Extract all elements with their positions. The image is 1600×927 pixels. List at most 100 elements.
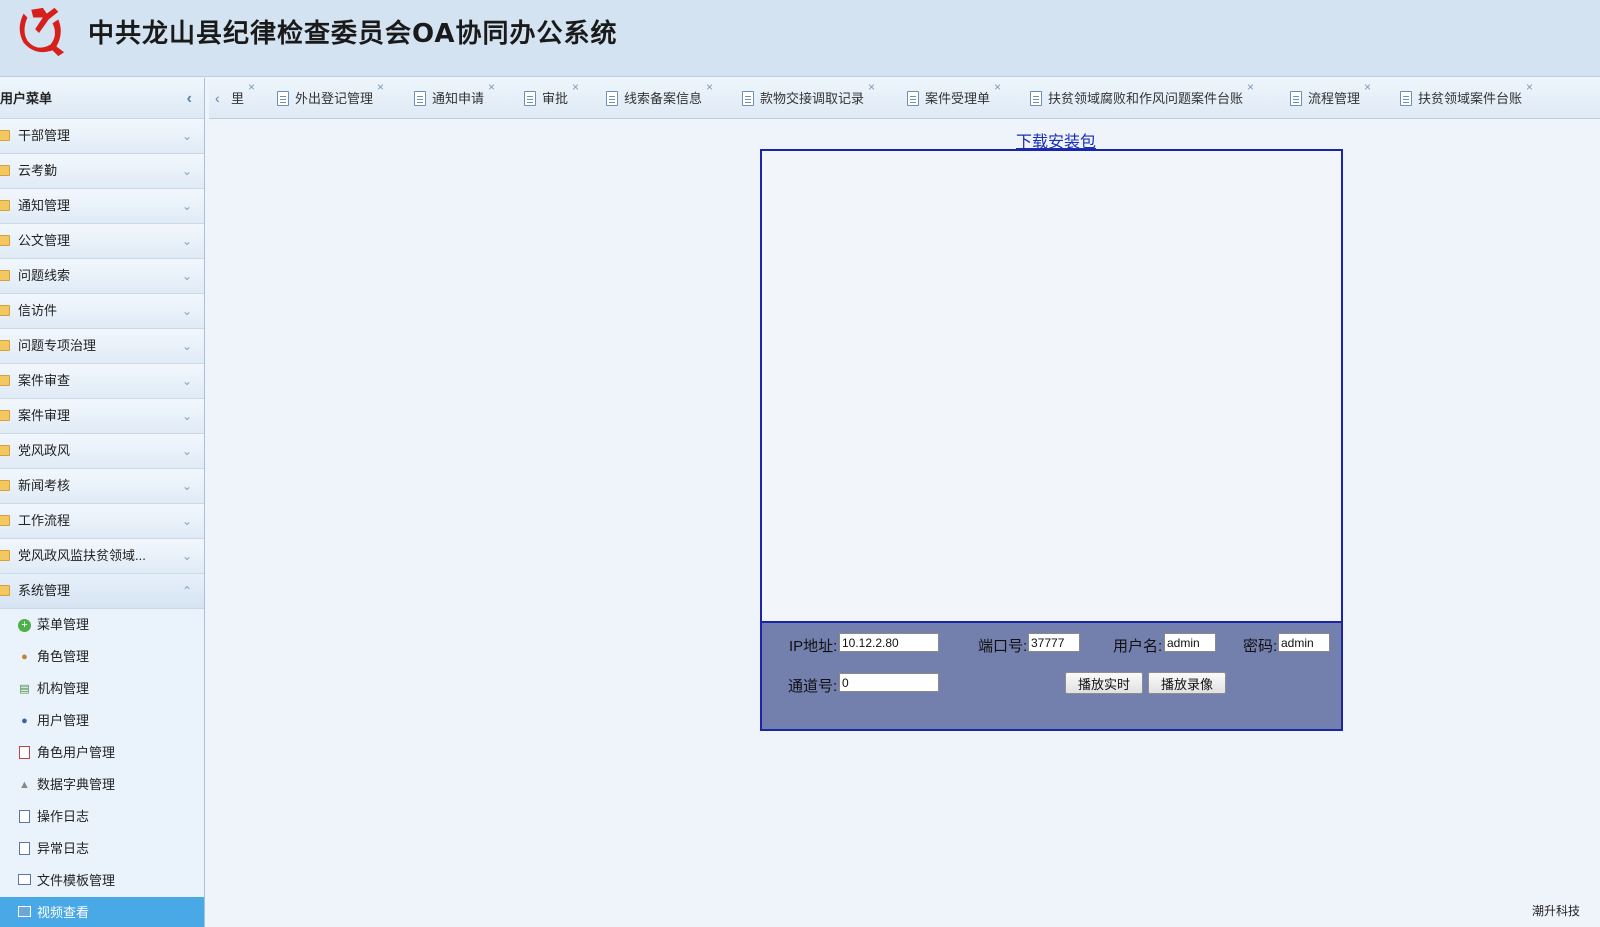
sidebar-subitem-8[interactable]: 文件模板管理 [0,865,204,897]
chevron-down-icon: ⌄ [181,129,192,143]
close-tab-icon[interactable]: × [868,80,875,94]
sidebar-group-0[interactable]: 干部管理 ⌄ [0,119,204,154]
sidebar-group-label: 党风政风 [18,443,71,458]
sidebar-group-3[interactable]: 公文管理 ⌄ [0,224,204,259]
sidebar-subitem-label: 视频查看 [37,905,90,920]
close-tab-icon[interactable]: × [1526,80,1533,94]
plus-circle-icon: + [17,618,32,632]
chevron-down-icon: ⌄ [181,409,192,423]
sidebar-subitem-6[interactable]: 操作日志 [0,801,204,833]
tab-9[interactable]: 扶贫领域案件台账× [1398,78,1533,118]
sidebar-subitem-4[interactable]: 角色用户管理 [0,737,204,769]
sidebar-group-11[interactable]: 工作流程 ⌄ [0,504,204,539]
tab-scroll-left-icon[interactable]: ‹ [215,90,220,106]
sidebar-subitem-2[interactable]: ▤ 机构管理 [0,673,204,705]
ip-label: IP地址: [789,638,838,655]
document-icon [1400,91,1412,106]
sidebar-subitem-1[interactable]: ● 角色管理 [0,641,204,673]
sidebar-group-5[interactable]: 信访件 ⌄ [0,294,204,329]
folder-icon [0,515,10,526]
video-control-panel: IP地址: 端口号: 用户名: 密码: 通道号: 播放实时 播放录像 [762,623,1341,729]
channel-label: 通道号: [788,678,838,695]
folder-icon [0,375,10,386]
sidebar-subitem-7[interactable]: 异常日志 [0,833,204,865]
tab-label: 扶贫领域案件台账 [1418,91,1523,106]
channel-input[interactable] [839,673,939,692]
tab-6[interactable]: 案件受理单× [905,78,1001,118]
sidebar-title: 用户菜单 [0,91,53,106]
tab-1[interactable]: 外出登记管理× [275,78,384,118]
tab-2[interactable]: 通知申请× [412,78,495,118]
close-tab-icon[interactable]: × [488,80,495,94]
document-icon [1030,91,1042,106]
tab-label: 通知申请 [432,91,485,106]
sidebar-subitem-label: 角色用户管理 [37,745,116,760]
sidebar-group-label: 新闻考核 [18,478,71,493]
collapse-sidebar-icon[interactable]: ‹ [187,78,192,119]
tab-label: 款物交接调取记录 [760,91,865,106]
tab-4[interactable]: 线索备案信息× [604,78,713,118]
role-icon: ● [21,651,28,663]
tab-5[interactable]: 款物交接调取记录× [740,78,875,118]
sidebar-subitem-9[interactable]: 视频查看 [0,897,204,927]
sidebar-group-10[interactable]: 新闻考核 ⌄ [0,469,204,504]
app-header: 中共龙山县纪律检查委员会OA协同办公系统 [0,0,1600,77]
sidebar-group-label: 案件审查 [18,373,71,388]
chevron-down-icon: ⌄ [181,444,192,458]
close-tab-icon[interactable]: × [572,80,579,94]
ip-input[interactable] [839,633,939,652]
sidebar-group-12[interactable]: 党风政风监扶贫领域... ⌄ [0,539,204,574]
folder-icon [0,340,10,351]
sidebar-group-4[interactable]: 问题线索 ⌄ [0,259,204,294]
tab-0[interactable]: 里× [223,78,255,118]
sidebar-subitem-label: 异常日志 [37,841,90,856]
chevron-down-icon: ⌄ [181,339,192,353]
play-live-button[interactable]: 播放实时 [1065,672,1143,694]
sidebar-group-label: 系统管理 [18,583,71,598]
sidebar-group-label: 干部管理 [18,128,71,143]
sidebar-subitem-5[interactable]: ▲ 数据字典管理 [0,769,204,801]
sidebar-group-2[interactable]: 通知管理 ⌄ [0,189,204,224]
footer-brand: 潮升科技 [1531,904,1580,918]
sidebar-group-13[interactable]: 系统管理 ⌃ [0,574,204,609]
folder-icon [0,165,10,176]
sidebar-subitem-label: 角色管理 [37,649,90,664]
password-label: 密码: [1243,638,1278,655]
document-icon [606,91,618,106]
tab-3[interactable]: 审批× [522,78,579,118]
chevron-down-icon: ⌄ [181,549,192,563]
tab-7[interactable]: 扶贫领域腐败和作风问题案件台账× [1028,78,1254,118]
sidebar-group-7[interactable]: 案件审查 ⌄ [0,364,204,399]
document-icon [907,91,919,106]
sidebar-subitem-0[interactable]: + 菜单管理 [0,609,204,641]
folder-icon [0,200,10,211]
close-tab-icon[interactable]: × [1364,80,1371,94]
role-user-icon [17,746,32,760]
close-tab-icon[interactable]: × [706,80,713,94]
play-record-button[interactable]: 播放录像 [1148,672,1226,694]
port-input[interactable] [1028,633,1080,652]
error-log-icon [17,842,32,856]
close-tab-icon[interactable]: × [248,80,255,94]
sidebar-group-1[interactable]: 云考勤 ⌄ [0,154,204,189]
folder-icon [0,585,10,596]
sidebar-group-9[interactable]: 党风政风 ⌄ [0,434,204,469]
password-input[interactable] [1278,633,1330,652]
folder-icon [0,235,10,246]
close-tab-icon[interactable]: × [1247,80,1254,94]
sidebar-group-8[interactable]: 案件审理 ⌄ [0,399,204,434]
sidebar-subitem-3[interactable]: ● 用户管理 [0,705,204,737]
video-display-area [762,151,1341,623]
tab-label: 审批 [542,91,569,106]
sidebar-subitem-label: 用户管理 [37,713,90,728]
username-input[interactable] [1164,633,1216,652]
folder-icon [0,445,10,456]
tab-8[interactable]: 流程管理× [1288,78,1371,118]
folder-icon [0,410,10,421]
close-tab-icon[interactable]: × [377,80,384,94]
sidebar-group-6[interactable]: 问题专项治理 ⌄ [0,329,204,364]
chevron-down-icon: ⌄ [181,269,192,283]
chevron-down-icon: ⌄ [181,164,192,178]
sidebar-subitem-label: 数据字典管理 [37,777,116,792]
close-tab-icon[interactable]: × [994,80,1001,94]
